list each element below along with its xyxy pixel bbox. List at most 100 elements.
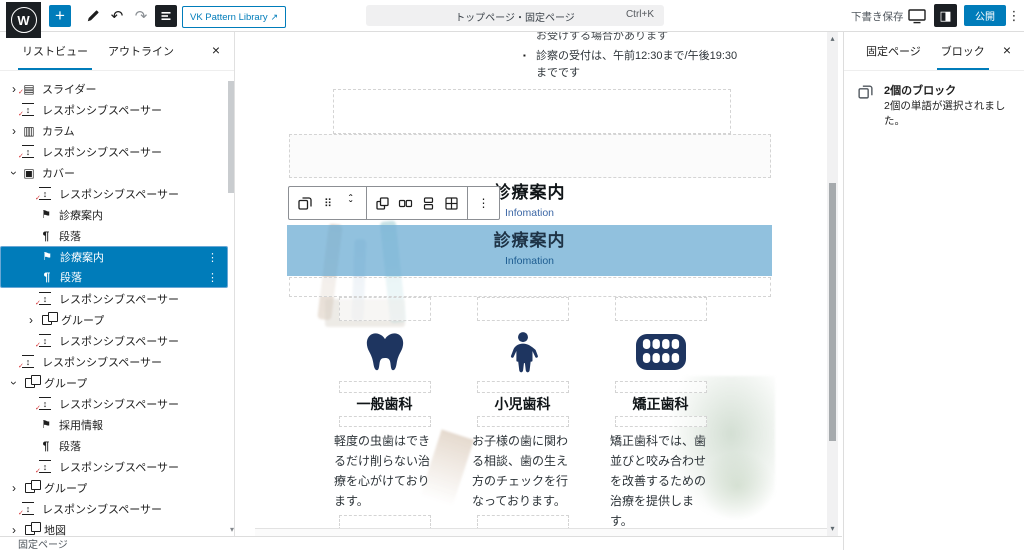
clipped-list-text[interactable]: お受けする場合があります (536, 31, 771, 43)
list-view-item[interactable]: › グループ (0, 477, 228, 498)
block-label: レスポンシブスペーサー (59, 459, 179, 475)
block-options-icon[interactable]: ⋮ (207, 251, 227, 264)
block-options-icon[interactable]: ⋮ (207, 271, 227, 284)
spacer-block-placeholder[interactable] (477, 297, 569, 321)
list-view-item[interactable]: › ✓↕ レスポンシブスペーサー (0, 456, 228, 477)
spacer-block-placeholder[interactable] (339, 297, 431, 321)
selected-block-count: 2個のブロック (884, 82, 956, 98)
list-view-item[interactable]: › ⚑ 採用情報 (0, 414, 228, 435)
close-list-view-icon[interactable]: × (206, 40, 226, 60)
list-view-item[interactable]: › ✓↕ レスポンシブスペーサー (0, 393, 228, 414)
list-view-item[interactable]: › グループ (0, 372, 228, 393)
list-view-item[interactable]: › ✓↕ レスポンシブスペーサー (0, 183, 228, 204)
grid-transform-button[interactable] (440, 189, 463, 217)
column-title[interactable]: 小児歯科 (495, 395, 551, 414)
sidebar-scrollbar-thumb[interactable] (228, 81, 234, 193)
spacer-block-placeholder[interactable] (615, 381, 707, 393)
spacer-block-placeholder[interactable] (339, 381, 431, 393)
editor-canvas[interactable]: お受けする場合があります ▪ 診察の受付は、午前12:30まで/午後19:30ま… (235, 31, 827, 536)
list-view-item[interactable]: › ✓↕ レスポンシブスペーサー (0, 99, 228, 120)
list-view-item[interactable]: › ✓↕ レスポンシブスペーサー (0, 351, 228, 372)
spacer-block-placeholder[interactable] (615, 297, 707, 321)
breadcrumb-label[interactable]: 固定ページ (18, 536, 68, 550)
publish-button[interactable]: 公開 (964, 5, 1006, 26)
column-title[interactable]: 矯正歯科 (633, 395, 689, 414)
list-view-item[interactable]: › ¶ 段落 (0, 225, 228, 246)
drag-handle[interactable]: ⠿ (316, 189, 339, 217)
list-item-text[interactable]: 診察の受付は、午前12:30まで/午後19:30までです (536, 48, 744, 82)
spacer-block-placeholder[interactable] (289, 277, 771, 297)
block-mover[interactable]: ˆ ˇ (339, 189, 362, 217)
sidebar-scroll-down-icon[interactable]: ▾ (230, 525, 234, 534)
group-button[interactable] (371, 189, 394, 217)
section-subheading-selected[interactable]: Infomation (287, 255, 772, 267)
column-text[interactable]: 矯正歯科では、歯並びと咬み合わせを改善するための治療を提供します。 (610, 431, 711, 531)
multi-block-type-button[interactable] (293, 189, 316, 217)
section-heading-selected[interactable]: 診療案内 (287, 225, 772, 251)
list-view-item[interactable]: › 地図 (0, 519, 228, 536)
list-view-item[interactable]: › ✓↕ レスポンシブスペーサー (0, 330, 228, 351)
settings-sidebar: 固定ページ ブロック × 2個のブロック 2個の単語が選択されました。 (843, 31, 1024, 550)
undo-button[interactable]: ↶ (106, 5, 128, 27)
list-view-item[interactable]: › ▥ カラム (0, 120, 228, 141)
close-settings-icon[interactable]: × (997, 40, 1017, 60)
block-options-menu-icon[interactable]: ⋮ (472, 189, 495, 217)
edit-tool-button[interactable] (82, 5, 104, 27)
list-view-item[interactable]: › ✓↕ レスポンシブスペーサー (0, 498, 228, 519)
vk-badge: ✓ (18, 510, 24, 518)
settings-panel-toggle[interactable]: ◨ (934, 4, 957, 27)
block-tree: › ✓▤ スライダー › ✓↕ レスポンシブスペーサー › ▥ カラム › ✓↕ (0, 78, 228, 536)
list-view-button[interactable] (155, 5, 177, 27)
preview-button[interactable] (905, 5, 929, 27)
document-breadcrumb: 固定ページ (0, 536, 842, 550)
list-view-item[interactable]: › ✓↕ レスポンシブスペーサー (0, 288, 228, 309)
list-view-item[interactable]: › ⚑ 診療案内 ⋮ (0, 246, 228, 267)
column-orthodontics[interactable]: 矯正歯科 矯正歯科では、歯並びと咬み合わせを改善するための治療を提供します。 (608, 297, 713, 536)
block-label: グループ (61, 312, 104, 328)
list-view-item[interactable]: › ⚑ 診療案内 (0, 204, 228, 225)
wordpress-logo-button[interactable]: W (6, 2, 41, 38)
column-pediatric-dentistry[interactable]: 小児歯科 お子様の歯に関わる相談、歯の生え方のチェックを行なっております。 (470, 297, 575, 530)
move-down-icon[interactable]: ˇ (349, 203, 352, 209)
canvas-scrollbar[interactable]: ▴ ▾ (827, 31, 838, 536)
list-view-item[interactable]: › ¶ 段落 (0, 435, 228, 456)
spacer-block-placeholder[interactable] (477, 416, 569, 427)
column-text[interactable]: お子様の歯に関わる相談、歯の生え方のチェックを行なっております。 (472, 431, 573, 511)
vk-badge: ✓ (35, 405, 41, 413)
expander-icon[interactable]: › (7, 375, 21, 391)
list-view-item[interactable]: › ▣ カバー (0, 162, 228, 183)
selected-section-heading[interactable]: 診療案内 Infomation (287, 225, 772, 276)
expander-icon[interactable]: › (6, 481, 22, 495)
list-view-item[interactable]: › グループ (0, 309, 228, 330)
column-general-dentistry[interactable]: 一般歯科 軽度の虫歯はできるだけ削らない治療を心がけております。 (332, 297, 437, 530)
column-title[interactable]: 一般歯科 (357, 395, 413, 414)
canvas-scrollbar-thumb[interactable] (829, 183, 836, 441)
stack-transform-button[interactable] (417, 189, 440, 217)
list-view-item[interactable]: › ✓↕ レスポンシブスペーサー (0, 141, 228, 162)
expander-icon[interactable]: › (23, 313, 39, 327)
spacer-block-placeholder[interactable] (333, 89, 731, 134)
add-block-button[interactable]: + (49, 5, 71, 27)
spacer-block-placeholder[interactable] (615, 416, 707, 427)
scroll-up-icon[interactable]: ▴ (827, 34, 838, 43)
redo-button[interactable]: ↷ (130, 5, 152, 27)
document-title-button[interactable]: トップページ・固定ページ Ctrl+K (366, 5, 664, 26)
list-view-item[interactable]: › ✓▤ スライダー (0, 78, 228, 99)
save-draft-button[interactable]: 下書き保存 (851, 9, 904, 24)
spacer-block-placeholder[interactable] (477, 381, 569, 393)
spacer-block-placeholder[interactable] (289, 134, 771, 178)
list-item[interactable]: ▪ 診察の受付は、午前12:30まで/午後19:30までです (523, 48, 753, 82)
tab-block[interactable]: ブロック (931, 31, 995, 70)
expander-icon[interactable]: › (7, 165, 21, 181)
list-view-item[interactable]: › ¶ 段落 ⋮ (0, 267, 228, 288)
row-transform-button[interactable] (394, 189, 417, 217)
spacer-block-placeholder[interactable] (339, 416, 431, 427)
column-text[interactable]: 軽度の虫歯はできるだけ削らない治療を心がけております。 (334, 431, 435, 511)
vk-pattern-library-button[interactable]: VK Pattern Library ↗ (182, 6, 286, 28)
expander-icon[interactable]: › (6, 124, 22, 138)
expander-icon[interactable]: › (6, 523, 22, 537)
tab-outline[interactable]: アウトライン (98, 31, 184, 70)
options-menu-icon[interactable]: ⋮ (1006, 5, 1022, 27)
scroll-down-icon[interactable]: ▾ (827, 524, 838, 533)
tab-page[interactable]: 固定ページ (856, 31, 931, 70)
